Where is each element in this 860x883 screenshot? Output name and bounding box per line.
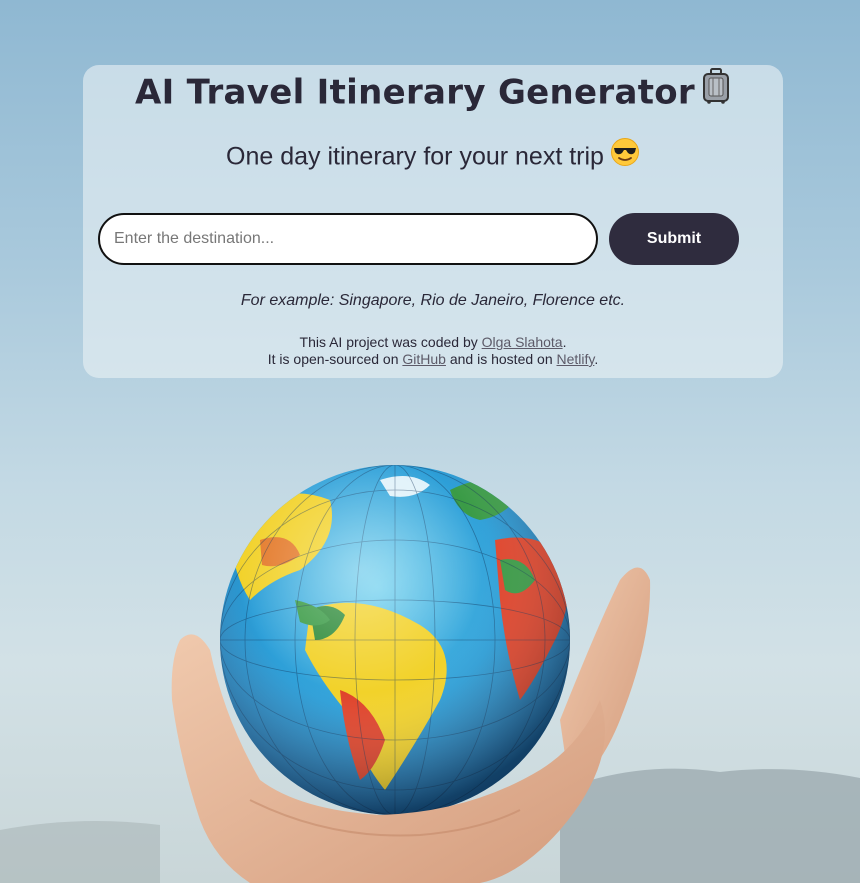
footer-line2-suffix: .: [594, 351, 599, 367]
footer-line-1: This AI project was coded by Olga Slahot…: [83, 334, 783, 351]
author-link[interactable]: Olga Slahota: [482, 334, 563, 350]
footer-line2-prefix: It is open-sourced on: [267, 351, 403, 367]
submit-button[interactable]: Submit: [609, 213, 739, 265]
netlify-link[interactable]: Netlify: [557, 351, 595, 367]
footer-line1-suffix: .: [562, 334, 567, 350]
page-title-text: AI Travel Itinerary Generator: [134, 72, 695, 113]
footer-line1-prefix: This AI project was coded by: [299, 334, 482, 350]
luggage-icon: [701, 68, 731, 114]
example-hint: For example: Singapore, Rio de Janeiro, …: [240, 292, 626, 309]
github-link[interactable]: GitHub: [402, 351, 446, 367]
page-title: AI Travel Itinerary Generator: [83, 68, 783, 117]
generator-card: AI Travel Itinerary Generator One day it…: [83, 65, 783, 378]
subtitle-text: One day itinerary for your next trip: [226, 142, 604, 171]
footer-line-2: It is open-sourced on GitHub and is host…: [83, 351, 783, 368]
destination-input[interactable]: [98, 213, 598, 265]
sunglasses-face-icon: [610, 137, 640, 175]
footer-credits: This AI project was coded by Olga Slahot…: [83, 334, 783, 368]
footer-line2-middle: and is hosted on: [445, 351, 557, 367]
subtitle: One day itinerary for your next trip: [83, 137, 783, 177]
